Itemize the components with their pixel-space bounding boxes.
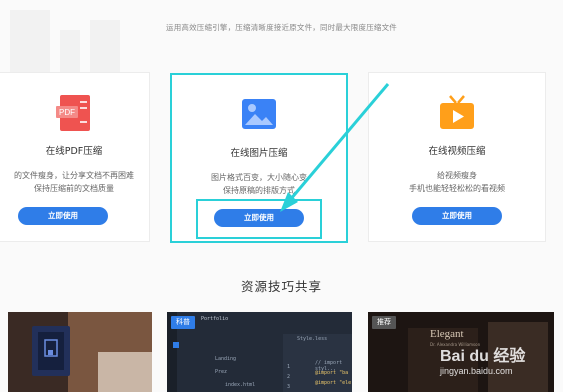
editor-tab: Style.less (297, 336, 328, 342)
card-desc-line: 图片格式百变，大小随心变 (211, 173, 307, 182)
code-line: @import "ele (315, 380, 352, 386)
tag-badge: 科普 (171, 316, 195, 329)
card-desc-line: 保持压缩前的文档质量 (34, 184, 114, 193)
card-desc-line: 的文件瘦身，让分享文档不再困难 (14, 171, 134, 180)
svg-text:PDF: PDF (59, 108, 75, 117)
laptop-illustration (8, 312, 152, 392)
baidu-watermark: Bai du 经验 (440, 348, 526, 365)
line-number: 3 (287, 384, 291, 390)
editor-sidebar-marker (173, 342, 179, 348)
use-now-button[interactable]: 立即使用 (18, 207, 108, 225)
line-number: 1 (287, 364, 291, 370)
card-title: 在线图片压缩 (230, 148, 288, 159)
editor-folder: Landing (215, 356, 237, 362)
pdf-icon: PDF (56, 95, 90, 131)
card-title: 在线视频压缩 (428, 146, 486, 157)
card-title: 在线PDF压缩 (45, 146, 103, 157)
card-desc-line: 手机也能轻轻松松的看视频 (409, 184, 505, 193)
card-description: 图片格式百变，大小随心变 保持原稿的排版方式 (172, 171, 346, 197)
page-subtitle: 运用高效压缩引擎，压缩清晰度接近原文件，同时最大限度压缩文件 (166, 23, 397, 32)
use-now-button[interactable]: 立即使用 (412, 207, 502, 225)
editor-folder: Portfolio (201, 316, 229, 322)
poster-title: Elegant (430, 328, 464, 340)
button-highlight-box (196, 199, 322, 239)
video-compress-card[interactable]: 在线视频压缩 给视频瘦身 手机也能轻轻松松的看视频 立即使用 (368, 72, 546, 242)
tv-icon (440, 95, 474, 129)
image-icon (242, 99, 276, 129)
editor-file: index.html (225, 382, 256, 388)
card-desc-line: 给视频瘦身 (437, 171, 477, 180)
section-title: 资源技巧共享 (240, 279, 322, 294)
resource-thumbnail[interactable] (8, 312, 152, 392)
pdf-compress-card[interactable]: PDF 在线PDF压缩 的文件瘦身，让分享文档不再困难 保持压缩前的文档质量 立… (0, 72, 150, 242)
tag-badge: 推荐 (372, 316, 396, 329)
card-description: 给视频瘦身 手机也能轻轻松松的看视频 (369, 169, 545, 195)
line-number: 2 (287, 374, 291, 380)
editor-folder: Prez (215, 369, 228, 375)
card-desc-line: 保持原稿的排版方式 (223, 186, 295, 195)
code-line: @import "ba (315, 370, 349, 376)
card-description: 的文件瘦身，让分享文档不再困难 保持压缩前的文档质量 (0, 169, 149, 195)
watermark-url: jingyan.baidu.com (440, 366, 513, 376)
resource-thumbnail[interactable]: Portfolio Landing Prez index.html Style.… (167, 312, 352, 392)
